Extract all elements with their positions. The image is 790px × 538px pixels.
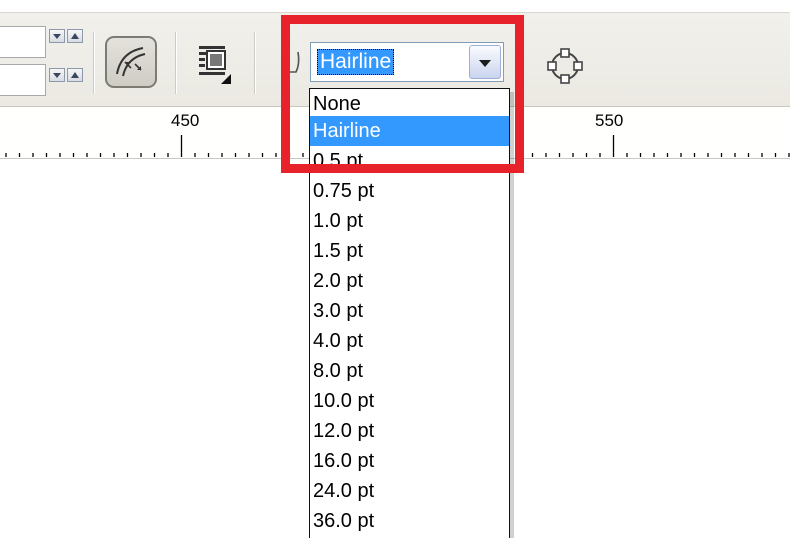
dropdown-option-1-0pt[interactable]: 1.0 pt (310, 206, 509, 236)
dropdown-option-8-0pt[interactable]: 8.0 pt (310, 356, 509, 386)
numeric-field-bottom[interactable] (0, 64, 46, 96)
dropdown-option-10-0pt[interactable]: 10.0 pt (310, 386, 509, 416)
dropdown-option-3-0pt[interactable]: 3.0 pt (310, 296, 509, 326)
numeric-field-top[interactable] (0, 26, 46, 58)
dropdown-option-2-0pt[interactable]: 2.0 pt (310, 266, 509, 296)
toolbar-separator (254, 32, 256, 94)
highlight-annotation-box (281, 15, 524, 173)
ruler-label-450: 450 (171, 111, 200, 130)
toolbar-separator (93, 32, 95, 94)
dropdown-option-0-75pt[interactable]: 0.75 pt (310, 176, 509, 206)
dropdown-option-36-0pt[interactable]: 36.0 pt (310, 506, 509, 536)
dropdown-option-1-5pt[interactable]: 1.5 pt (310, 236, 509, 266)
curve-direction-icon (116, 47, 146, 77)
dropdown-option-24-0pt[interactable]: 24.0 pt (310, 476, 509, 506)
spin-up-icon[interactable] (67, 68, 83, 82)
dropdown-option-4-0pt[interactable]: 4.0 pt (310, 326, 509, 356)
text-wrap-icon (199, 46, 231, 84)
ellipse-nodes-button[interactable] (545, 46, 585, 90)
spin-down-icon[interactable] (49, 29, 65, 43)
toolbar-top-edge (0, 0, 790, 13)
text-wrap-button[interactable] (193, 42, 235, 90)
spin-up-icon[interactable] (67, 29, 83, 43)
spin-down-icon[interactable] (49, 68, 65, 82)
dropdown-option-16-0pt[interactable]: 16.0 pt (310, 446, 509, 476)
toolbar-separator (175, 32, 177, 94)
ellipse-nodes-icon (547, 48, 583, 84)
curve-direction-button[interactable] (105, 36, 157, 88)
dropdown-option-12-0pt[interactable]: 12.0 pt (310, 416, 509, 446)
ruler-label-550: 550 (595, 111, 624, 130)
